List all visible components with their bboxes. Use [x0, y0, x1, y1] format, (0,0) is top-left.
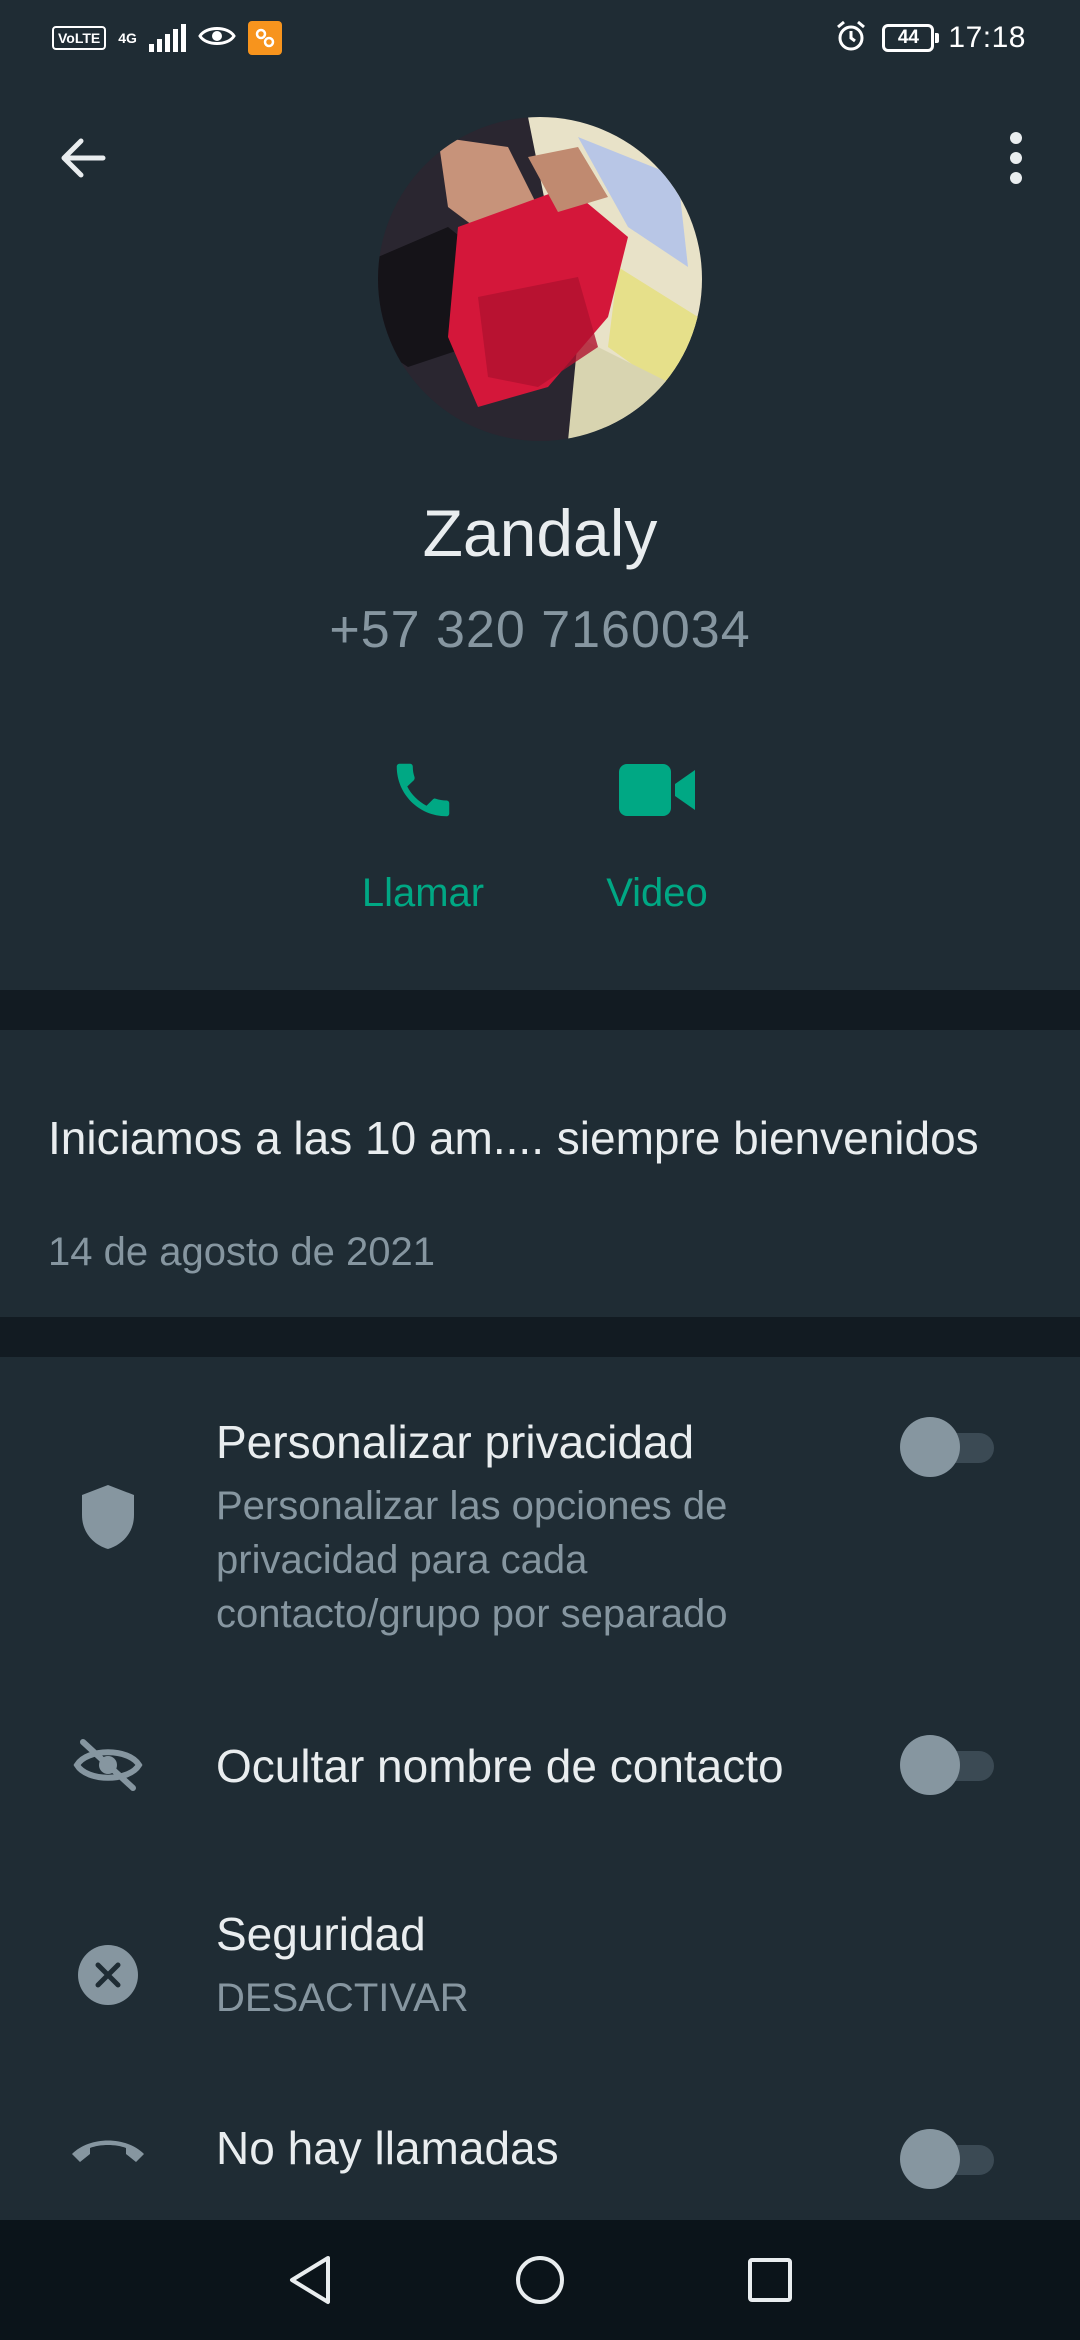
- security-title: Seguridad: [216, 1908, 426, 1960]
- shield-icon: [68, 1477, 148, 1557]
- status-left: VoLTE 4G: [52, 18, 282, 58]
- hide-contact-name-title: Ocultar nombre de contacto: [216, 1740, 784, 1792]
- toggle-thumb: [900, 1417, 960, 1477]
- app-notification-icon: [247, 21, 282, 55]
- settings-list: Personalizar privacidad Personalizar las…: [0, 1357, 1080, 2220]
- nav-home-button[interactable]: [500, 2240, 580, 2320]
- about-text: Iniciamos a las 10 am.... siempre bienve…: [48, 1112, 979, 1164]
- close-circle-icon: [68, 1935, 148, 2015]
- avatar-photo: [378, 117, 702, 441]
- custom-privacy-subtitle: Personalizar las opciones de privacidad …: [216, 1484, 728, 1636]
- battery-indicator: 44: [882, 24, 940, 52]
- contact-phone: +57 320 7160034: [329, 601, 751, 659]
- clock: 17:18: [948, 21, 1026, 54]
- signal-icon: [148, 24, 186, 52]
- avatar[interactable]: [378, 117, 702, 441]
- system-nav-bar: [0, 2220, 1080, 2340]
- contact-name: Zandaly: [422, 496, 658, 570]
- phone-icon: [396, 763, 450, 817]
- network-type: 4G: [118, 30, 137, 46]
- toggle-thumb: [900, 1735, 960, 1795]
- video-label: Video: [606, 871, 708, 915]
- more-options-button[interactable]: [988, 125, 1044, 191]
- nav-recents-button[interactable]: [730, 2240, 810, 2320]
- nav-home-icon: [516, 2256, 564, 2304]
- no-calls-row[interactable]: No hay llamadas: [0, 2097, 1080, 2220]
- video-button[interactable]: Video: [547, 735, 767, 916]
- hide-contact-name-toggle[interactable]: [900, 1735, 998, 1795]
- videocam-icon: [619, 764, 695, 816]
- nav-back-button[interactable]: [270, 2240, 350, 2320]
- no-calls-toggle[interactable]: [900, 2129, 998, 2189]
- no-calls-title: No hay llamadas: [216, 2122, 559, 2174]
- custom-privacy-title: Personalizar privacidad: [216, 1416, 695, 1468]
- custom-privacy-row[interactable]: Personalizar privacidad Personalizar las…: [0, 1357, 1080, 1647]
- custom-privacy-toggle[interactable]: [900, 1417, 998, 1477]
- back-button[interactable]: [50, 125, 116, 191]
- hide-contact-name-row[interactable]: Ocultar nombre de contacto: [0, 1687, 1080, 1847]
- phone-hangup-icon: [68, 2109, 148, 2189]
- more-vert-icon: [1010, 132, 1022, 184]
- contact-header: Zandaly +57 320 7160034 Llamar Video: [0, 75, 1080, 990]
- eye-off-icon: [68, 1725, 148, 1805]
- nav-recents-icon: [748, 2258, 792, 2302]
- nav-back-icon: [290, 2256, 330, 2304]
- status-bar: VoLTE 4G 44 17:18: [0, 0, 1080, 75]
- status-right: 44 17:18: [834, 18, 1026, 58]
- about-date: 14 de agosto de 2021: [48, 1230, 436, 1274]
- security-row[interactable]: Seguridad DESACTIVAR: [0, 1887, 1080, 2067]
- eye-icon: [198, 23, 236, 54]
- alarm-icon: [834, 19, 868, 58]
- call-button[interactable]: Llamar: [313, 735, 533, 916]
- toggle-thumb: [900, 2129, 960, 2189]
- about-section[interactable]: Iniciamos a las 10 am.... siempre bienve…: [0, 1030, 1080, 1317]
- arrow-left-icon: [61, 138, 106, 178]
- volte-indicator: VoLTE: [52, 26, 107, 50]
- call-label: Llamar: [361, 871, 485, 915]
- security-subtitle: DESACTIVAR: [216, 1976, 469, 2020]
